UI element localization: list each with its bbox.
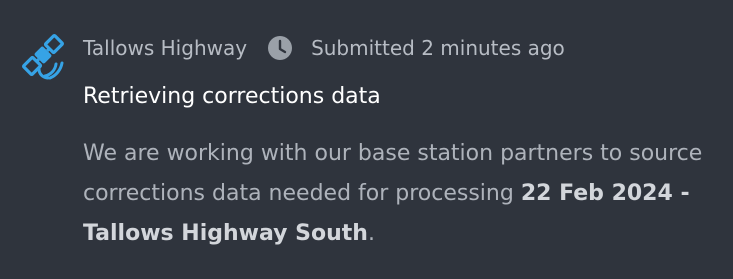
notification-description: We are working with our base station par… [83,134,723,254]
description-suffix: . [367,221,375,246]
notification-meta: Tallows Highway Submitted 2 minutes ago [83,34,565,62]
site-name: Tallows Highway [83,36,248,60]
notification-card[interactable]: Tallows Highway Submitted 2 minutes ago … [0,0,733,279]
submitted-time: Submitted 2 minutes ago [311,36,565,60]
satellite-icon [18,30,68,80]
clock-icon [267,35,293,61]
notification-title: Retrieving corrections data [83,84,381,109]
